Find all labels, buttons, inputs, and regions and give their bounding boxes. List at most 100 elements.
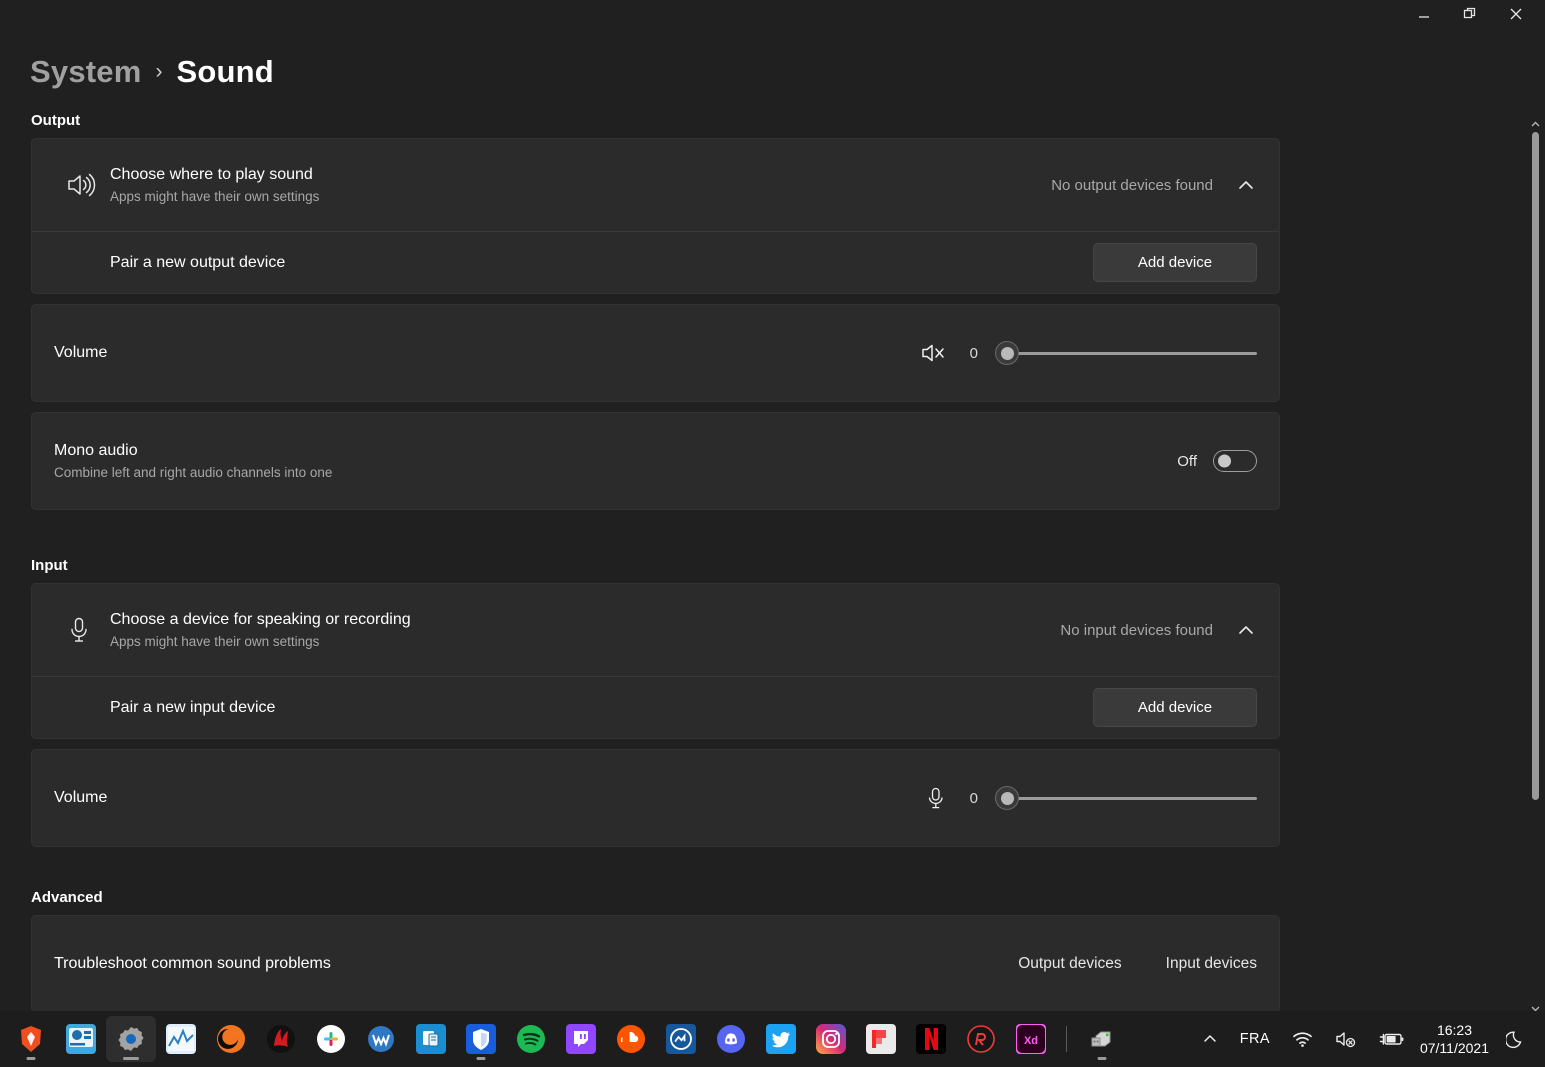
taskbar-app-brave[interactable] bbox=[6, 1016, 56, 1062]
output-device-card: Choose where to play sound Apps might ha… bbox=[31, 138, 1280, 294]
scroll-up-icon[interactable] bbox=[1527, 116, 1543, 132]
chevron-up-icon[interactable] bbox=[1235, 619, 1257, 641]
breadcrumb-separator-icon: › bbox=[155, 60, 163, 83]
output-volume-card: Volume 0 bbox=[31, 304, 1280, 402]
input-device-subtitle: Apps might have their own settings bbox=[110, 633, 320, 649]
pair-input-title: Pair a new input device bbox=[110, 698, 276, 716]
taskbar-app-discord[interactable] bbox=[706, 1016, 756, 1062]
input-device-status-wrap: No input devices found bbox=[1060, 619, 1257, 641]
title-bar bbox=[0, 0, 1545, 26]
taskbar-app-settings[interactable] bbox=[106, 1016, 156, 1062]
input-device-title: Choose a device for speaking or recordin… bbox=[110, 610, 411, 628]
input-device-row[interactable]: Choose a device for speaking or recordin… bbox=[32, 584, 1279, 676]
input-device-texts: Choose a device for speaking or recordin… bbox=[110, 609, 1060, 652]
svg-text:Xd: Xd bbox=[1024, 1035, 1038, 1047]
taskbar-app-soundcloud[interactable] bbox=[606, 1016, 656, 1062]
section-title-output: Output bbox=[31, 112, 81, 129]
wifi-icon[interactable] bbox=[1281, 1016, 1324, 1062]
pair-input-texts: Pair a new input device bbox=[110, 697, 1093, 719]
taskbar-app-bitwarden[interactable] bbox=[456, 1016, 506, 1062]
taskbar-app-instagram[interactable] bbox=[806, 1016, 856, 1062]
tray-language-label: FRA bbox=[1239, 1031, 1270, 1047]
pair-output-device-row: Pair a new output device Add device bbox=[32, 231, 1279, 293]
speaker-icon bbox=[54, 172, 110, 198]
input-volume-texts: Volume bbox=[54, 787, 925, 809]
taskbar-app-spotify[interactable] bbox=[506, 1016, 556, 1062]
taskbar-app-coinmarketcap[interactable] bbox=[656, 1016, 706, 1062]
input-volume-value: 0 bbox=[969, 789, 978, 807]
chevron-up-icon[interactable] bbox=[1235, 174, 1257, 196]
input-device-card: Choose a device for speaking or recordin… bbox=[31, 583, 1280, 739]
close-button[interactable] bbox=[1493, 0, 1539, 26]
troubleshoot-output-devices-link[interactable]: Output devices bbox=[1018, 955, 1121, 973]
scrollbar-thumb[interactable] bbox=[1532, 132, 1539, 801]
tray-language-indicator[interactable]: FRA bbox=[1229, 1016, 1281, 1062]
pair-output-texts: Pair a new output device bbox=[110, 252, 1093, 274]
taskbar-app-presentation[interactable] bbox=[56, 1016, 106, 1062]
page-scrollbar[interactable] bbox=[1527, 116, 1543, 1016]
output-volume-label: Volume bbox=[54, 344, 108, 361]
output-device-status-wrap: No output devices found bbox=[1051, 174, 1257, 196]
output-device-texts: Choose where to play sound Apps might ha… bbox=[110, 164, 1051, 207]
speaker-muted-icon[interactable] bbox=[1324, 1016, 1368, 1062]
taskbar-divider bbox=[1066, 1026, 1067, 1052]
mono-audio-card: Mono audio Combine left and right audio … bbox=[31, 412, 1280, 510]
breadcrumb-parent[interactable]: System bbox=[30, 54, 142, 90]
mono-audio-title: Mono audio bbox=[54, 441, 138, 459]
running-indicator bbox=[26, 1057, 36, 1060]
microphone-icon[interactable] bbox=[925, 786, 947, 810]
clock-time: 16:23 bbox=[1436, 1022, 1472, 1038]
speaker-muted-icon[interactable] bbox=[921, 342, 947, 364]
taskbar-app-clipboard[interactable] bbox=[406, 1016, 456, 1062]
taskbar-app-opera-gx[interactable] bbox=[256, 1016, 306, 1062]
minimize-button[interactable] bbox=[1401, 0, 1447, 26]
mono-audio-texts: Mono audio Combine left and right audio … bbox=[54, 440, 1177, 483]
taskbar-app-chart[interactable] bbox=[156, 1016, 206, 1062]
output-device-title: Choose where to play sound bbox=[110, 165, 313, 183]
mono-audio-toggle-wrap: Off bbox=[1177, 450, 1257, 472]
system-tray: FRA 16:23 07/11/2021 bbox=[1191, 1016, 1545, 1062]
battery-charging-icon[interactable] bbox=[1368, 1016, 1416, 1062]
moon-icon[interactable] bbox=[1495, 1016, 1537, 1062]
output-device-row[interactable]: Choose where to play sound Apps might ha… bbox=[32, 139, 1279, 231]
mono-audio-subtitle: Combine left and right audio channels in… bbox=[54, 464, 333, 480]
taskbar-app-rockstar-games[interactable] bbox=[956, 1016, 1006, 1062]
taskbar-app-adobe-xd[interactable]: Xd bbox=[1006, 1016, 1056, 1062]
breadcrumb: System › Sound bbox=[30, 54, 1523, 90]
input-volume-thumb[interactable] bbox=[995, 786, 1019, 810]
mono-audio-toggle[interactable] bbox=[1213, 450, 1257, 472]
taskbar-app-slack[interactable] bbox=[306, 1016, 356, 1062]
output-volume-thumb[interactable] bbox=[995, 341, 1019, 365]
taskbar-app-netflix[interactable] bbox=[906, 1016, 956, 1062]
troubleshoot-row: Troubleshoot common sound problems Outpu… bbox=[32, 916, 1279, 1011]
input-volume-track bbox=[1001, 796, 1257, 800]
input-volume-control: 0 bbox=[925, 783, 1257, 813]
pair-output-title: Pair a new output device bbox=[110, 253, 286, 271]
pair-input-device-row: Pair a new input device Add device bbox=[32, 676, 1279, 738]
page-title: Sound bbox=[176, 54, 274, 89]
input-volume-label: Volume bbox=[54, 789, 108, 806]
taskbar-clock[interactable]: 16:23 07/11/2021 bbox=[1416, 1016, 1495, 1062]
mono-audio-state: Off bbox=[1177, 452, 1197, 470]
taskbar-app-device-manager[interactable] bbox=[1077, 1016, 1127, 1062]
tray-overflow-button[interactable] bbox=[1191, 1016, 1229, 1062]
output-device-status: No output devices found bbox=[1051, 176, 1213, 194]
output-volume-texts: Volume bbox=[54, 342, 921, 364]
troubleshoot-input-devices-link[interactable]: Input devices bbox=[1166, 955, 1257, 973]
input-volume-row: Volume 0 bbox=[32, 750, 1279, 846]
taskbar-app-twitch[interactable] bbox=[556, 1016, 606, 1062]
input-volume-slider[interactable] bbox=[995, 783, 1257, 813]
restore-button[interactable] bbox=[1447, 0, 1493, 26]
taskbar-app-wargaming[interactable] bbox=[356, 1016, 406, 1062]
taskbar-app-twitter[interactable] bbox=[756, 1016, 806, 1062]
microphone-icon bbox=[54, 616, 110, 644]
output-volume-slider[interactable] bbox=[995, 338, 1257, 368]
taskbar-app-crunchyroll[interactable] bbox=[206, 1016, 256, 1062]
input-volume-card: Volume 0 bbox=[31, 749, 1280, 847]
add-output-device-button[interactable]: Add device bbox=[1093, 243, 1257, 282]
taskbar-apps: Xd bbox=[0, 1016, 1127, 1062]
taskbar: Xd FRA 16:23 07/11/2021 bbox=[0, 1011, 1545, 1067]
taskbar-app-flipboard[interactable] bbox=[856, 1016, 906, 1062]
scrollbar-track[interactable] bbox=[1527, 132, 1543, 1000]
add-input-device-button[interactable]: Add device bbox=[1093, 688, 1257, 727]
